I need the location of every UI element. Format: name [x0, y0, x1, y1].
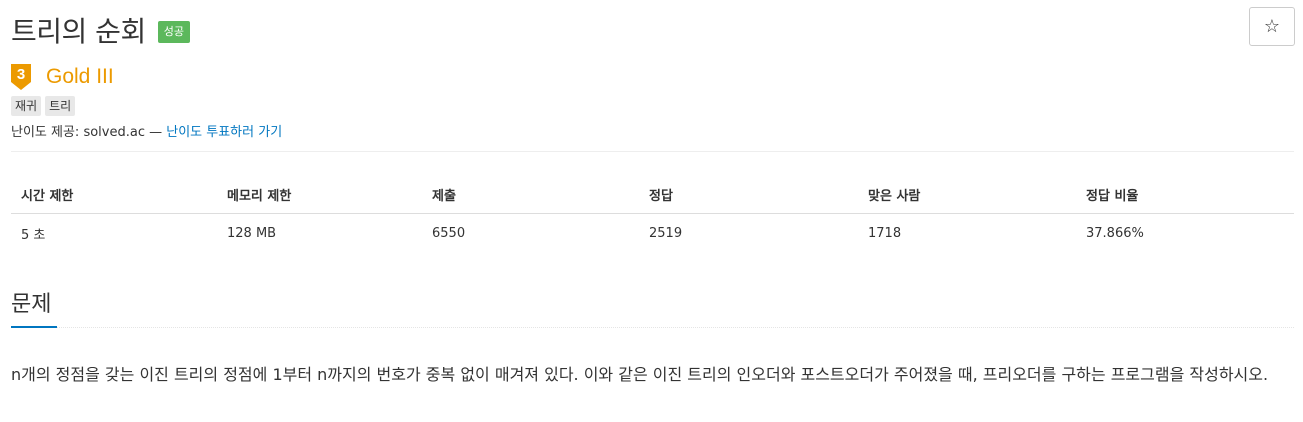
- status-badge: 성공: [157, 21, 190, 43]
- difficulty-source: 난이도 제공: solved.ac — 난이도 투표하러 가기: [11, 121, 282, 140]
- difficulty-vote-link[interactable]: 난이도 투표하러 가기: [166, 125, 282, 140]
- stats-value: 6550: [432, 226, 466, 242]
- stats-value: 37.866%: [1086, 226, 1144, 242]
- section-title: 문제: [11, 292, 52, 317]
- tier-level: 3: [17, 66, 25, 83]
- section-underline: [11, 326, 57, 328]
- problem-title: 트리의 순회: [11, 15, 146, 48]
- stats-header: 시간 제한: [11, 176, 217, 214]
- stats-header: 정답 비율: [1076, 176, 1294, 214]
- stats-value: 128 MB: [227, 226, 277, 242]
- stats-value: 5 초: [21, 228, 46, 244]
- tier-gold-icon: 3: [11, 64, 31, 90]
- favorite-star-button[interactable]: ☆: [1249, 7, 1295, 46]
- title-row: 트리의 순회 성공: [11, 10, 190, 50]
- difficulty-prefix: 난이도 제공: solved.ac —: [11, 125, 167, 140]
- stats-table: 시간 제한 메모리 제한 제출 정답 맞은 사람 정답 비율 5 초 128 M…: [11, 176, 1294, 254]
- section-rule: [57, 327, 1294, 328]
- stats-header: 맞은 사람: [858, 176, 1076, 214]
- tag-item[interactable]: 트리: [45, 96, 76, 116]
- problem-description: n개의 정점을 갖는 이진 트리의 정점에 1부터 n까지의 번호가 중복 없이…: [11, 365, 1269, 384]
- stats-header: 정답: [639, 176, 858, 214]
- tag-item[interactable]: 재귀: [11, 96, 42, 116]
- tier-name[interactable]: Gold III: [46, 65, 114, 89]
- tier-row: 3 Gold III: [11, 64, 114, 90]
- stats-header: 제출: [422, 176, 639, 214]
- stats-value: 1718: [868, 226, 902, 242]
- tag-list: 재귀 트리: [11, 96, 76, 116]
- divider: [11, 151, 1294, 152]
- stats-value-row: 5 초 128 MB 6550 2519 1718 37.866%: [11, 213, 1294, 254]
- star-icon: ☆: [1263, 16, 1281, 37]
- stats-header-row: 시간 제한 메모리 제한 제출 정답 맞은 사람 정답 비율: [11, 176, 1294, 214]
- stats-header: 메모리 제한: [217, 176, 422, 214]
- stats-value: 2519: [649, 226, 683, 242]
